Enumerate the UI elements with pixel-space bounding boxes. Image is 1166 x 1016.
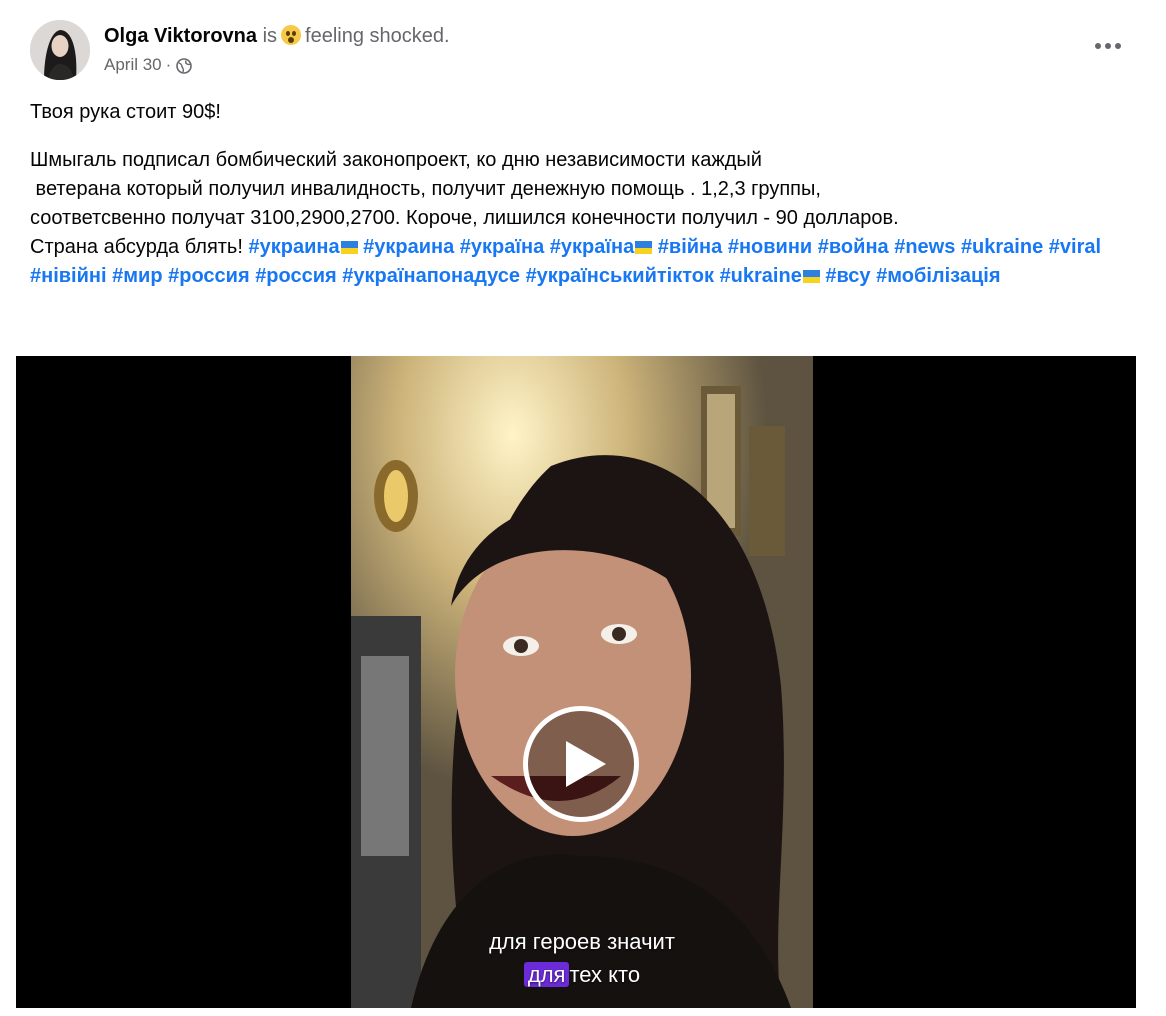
post-meta: Olga Viktorovna is feeling shocked. April… [104,23,450,77]
video-subtitle-line-2: для тех кто [351,959,813,991]
hashtag-link[interactable]: #мир [112,265,162,287]
hashtag-link[interactable]: #украина [248,236,339,258]
shocked-face-emoji-icon [281,25,302,45]
subtitle-rest: тех кто [569,962,641,987]
globe-icon[interactable] [176,57,193,74]
body-tail-block: Страна абсурда блять! #украина #украина … [30,236,1101,287]
post-body: Шмыгаль подписал бомбический законопроек… [30,146,1140,291]
play-button[interactable] [523,706,639,822]
activity-prefix: is [262,25,278,47]
hashtag-link[interactable]: #украина [363,236,454,258]
author-name[interactable]: Olga Viktorovna [104,25,257,47]
video-subtitle-line-1: для героев значит [489,929,675,954]
author-avatar[interactable] [30,20,90,80]
more-options-icon[interactable] [1088,34,1128,58]
play-icon [566,741,606,787]
hashtag-link[interactable]: #україна [460,236,544,258]
hashtag-link[interactable]: #россия [255,265,337,287]
post-title: Твоя рука стоит 90$! [30,101,221,123]
body-tail: Страна абсурда блять! [30,236,249,258]
body-line: ветерана который получил инвалидность, п… [30,178,821,200]
feeling-text: feeling shocked. [305,25,450,47]
video-thumbnail [351,356,813,1008]
hashtag-link[interactable]: #українськийтікток [526,265,714,287]
post-date[interactable]: April 30 [104,53,162,77]
subtitle-highlight: для [523,962,570,987]
body-line: соответсвенно получат 3100,2900,2700. Ко… [30,207,899,229]
post-date-line: April 30 · [104,53,450,77]
hashtag-link[interactable]: #viral [1049,236,1101,258]
hashtag-link[interactable]: #news [894,236,955,258]
body-line: Шмыгаль подписал бомбический законопроек… [30,149,762,171]
ukraine-flag-icon [802,270,820,283]
hashtag-link[interactable]: #війна [658,236,722,258]
author-line: Olga Viktorovna is feeling shocked. [104,23,450,49]
hashtag-link[interactable]: #нівійні [30,265,107,287]
hashtag-link[interactable]: #мобілізація [876,265,1000,287]
hashtag-link[interactable]: #новини [728,236,812,258]
hashtag-link[interactable]: #ukraine [961,236,1043,258]
video-player[interactable]: для героев значит для тех кто [16,356,1136,1008]
facebook-post: Olga Viktorovna is feeling shocked. April… [0,0,1166,1016]
ukraine-flag-icon [635,241,653,254]
date-separator: · [165,55,172,74]
hashtag-link[interactable]: #ukraine [720,265,802,287]
hashtag-link[interactable]: #українапонадусе [342,265,520,287]
post-header: Olga Viktorovna is feeling shocked. April… [30,14,450,86]
ukraine-flag-icon [340,241,358,254]
hashtag-link[interactable]: #война [818,236,889,258]
hashtag-link[interactable]: #россия [168,265,250,287]
hashtag-link[interactable]: #україна [550,236,634,258]
hashtag-link[interactable]: #всу [825,265,870,287]
